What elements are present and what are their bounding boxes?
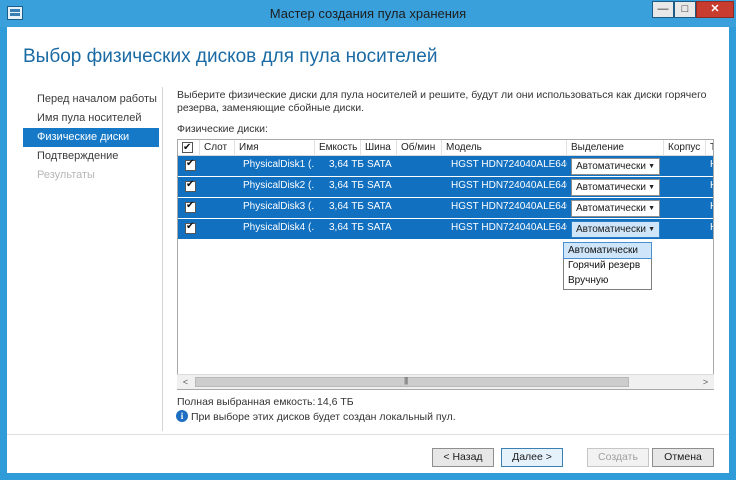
slot-cell: [200, 156, 235, 176]
dropdown-option-automatic[interactable]: Автоматически: [563, 242, 652, 259]
column-header-capacity[interactable]: Емкость: [315, 140, 361, 156]
nav-divider: [162, 87, 163, 431]
column-header-allocation[interactable]: Выделение: [567, 140, 664, 156]
dropdown-arrow-icon: ▼: [648, 205, 655, 212]
minimize-button[interactable]: —: [652, 1, 674, 18]
wizard-window: Мастер создания пула хранения — □ ✕ Выбо…: [0, 0, 736, 480]
dropdown-arrow-icon: ▼: [648, 184, 655, 191]
table-row[interactable]: PhysicalDisk3 (... 3,64 ТБ SATA HGST HDN…: [178, 198, 713, 218]
model-cell: HGST HDN724040ALE640: [451, 159, 567, 170]
back-button[interactable]: < Назад: [432, 448, 494, 467]
dropdown-arrow-icon: ▼: [648, 163, 655, 170]
next-button[interactable]: Далее >: [501, 448, 563, 467]
allocation-dropdown-list[interactable]: Автоматически Горячий резерв Вручную: [563, 242, 652, 290]
model-cell: HGST HDN724040ALE640: [451, 222, 567, 233]
nav-item-results: Результаты: [37, 169, 95, 181]
model-cell: HGST HDN724040ALE640: [451, 180, 567, 191]
scrollbar-thumb[interactable]: |||: [195, 376, 629, 387]
rpm-cell: [397, 177, 442, 197]
dropdown-option-hot-spare[interactable]: Горячий резерв: [564, 258, 651, 273]
bus-cell: SATA: [367, 201, 392, 212]
info-message: При выборе этих дисков будет создан лока…: [191, 411, 456, 423]
allocation-select[interactable]: Автоматически ▼: [571, 158, 660, 175]
nav-item-pool-name[interactable]: Имя пула носителей: [23, 109, 159, 128]
dropdown-arrow-icon: ▼: [648, 226, 655, 233]
name-cell: PhysicalDisk2 (...: [243, 180, 315, 191]
column-header-bus[interactable]: Шина: [361, 140, 397, 156]
name-cell: PhysicalDisk3 (...: [243, 201, 315, 212]
allocation-value: Автоматически: [576, 161, 646, 172]
dropdown-option-manual[interactable]: Вручную: [564, 273, 651, 288]
grid-horizontal-scrollbar[interactable]: < ||| >: [177, 374, 714, 389]
cancel-button[interactable]: Отмена: [652, 448, 714, 467]
column-header-type[interactable]: Ти: [706, 140, 713, 156]
name-cell: PhysicalDisk4 (...: [243, 222, 315, 233]
slot-cell: [200, 198, 235, 218]
allocation-value: Автоматически: [576, 182, 646, 193]
table-row[interactable]: PhysicalDisk2 (... 3,64 ТБ SATA HGST HDN…: [178, 177, 713, 197]
type-cell: H: [706, 177, 713, 197]
grid-header: Слот Имя Емкость Шина Об/мин Модель Выде…: [178, 140, 713, 156]
rpm-cell: [397, 198, 442, 218]
column-header-rpm[interactable]: Об/мин: [397, 140, 442, 156]
slot-cell: [200, 219, 235, 239]
type-cell: H: [706, 198, 713, 218]
disks-list-label: Физические диски:: [177, 123, 268, 135]
scroll-grip-icon: |||: [404, 376, 408, 385]
model-cell: HGST HDN724040ALE640: [451, 201, 567, 212]
rpm-cell: [397, 156, 442, 176]
name-cell: PhysicalDisk1 (...: [243, 159, 315, 170]
type-cell: H: [706, 156, 713, 176]
allocation-select[interactable]: Автоматически ▼: [571, 200, 660, 217]
table-row[interactable]: PhysicalDisk4 (... 3,64 ТБ SATA HGST HDN…: [178, 219, 713, 239]
allocation-select[interactable]: Автоматически ▼: [571, 179, 660, 196]
total-capacity-label: Полная выбранная емкость:: [177, 396, 316, 408]
allocation-select-open[interactable]: Автоматически ▼: [571, 221, 660, 238]
select-all-checkbox[interactable]: [182, 140, 193, 155]
create-button: Создать: [587, 448, 649, 467]
info-icon: i: [176, 410, 188, 422]
column-header-enclosure[interactable]: Корпус: [664, 140, 706, 156]
nav-item-before-you-begin[interactable]: Перед началом работы: [23, 90, 159, 109]
wizard-nav: Перед началом работы Имя пула носителей …: [23, 90, 159, 185]
disk-checkbox[interactable]: [185, 179, 196, 192]
footer-divider: [7, 434, 729, 435]
total-capacity-value: 14,6 ТБ: [317, 396, 354, 408]
nav-item-physical-disks[interactable]: Физические диски: [23, 128, 159, 147]
disk-checkbox[interactable]: [185, 158, 196, 171]
bus-cell: SATA: [367, 222, 392, 233]
allocation-value: Автоматически: [576, 224, 646, 235]
table-row[interactable]: PhysicalDisk1 (... 3,64 ТБ SATA HGST HDN…: [178, 156, 713, 176]
enclosure-cell: [664, 177, 706, 197]
enclosure-cell: [664, 219, 706, 239]
column-header-model[interactable]: Модель: [442, 140, 567, 156]
window-title: Мастер создания пула хранения: [269, 6, 467, 21]
scroll-right-arrow-icon[interactable]: >: [699, 376, 712, 389]
column-header-name[interactable]: Имя: [235, 140, 315, 156]
type-cell: H: [706, 219, 713, 239]
header-select-all[interactable]: [178, 140, 200, 156]
enclosure-cell: [664, 198, 706, 218]
disk-checkbox[interactable]: [185, 200, 196, 213]
allocation-value: Автоматически: [576, 203, 646, 214]
maximize-button[interactable]: □: [674, 1, 696, 18]
rpm-cell: [397, 219, 442, 239]
bus-cell: SATA: [367, 180, 392, 191]
nav-item-confirmation[interactable]: Подтверждение: [23, 147, 159, 166]
column-header-slot[interactable]: Слот: [200, 140, 235, 156]
enclosure-cell: [664, 156, 706, 176]
title-bar: Мастер создания пула хранения — □ ✕: [0, 0, 736, 27]
bus-cell: SATA: [367, 159, 392, 170]
page-title: Выбор физических дисков для пула носител…: [23, 46, 438, 67]
slot-cell: [200, 177, 235, 197]
close-button[interactable]: ✕: [696, 1, 734, 18]
disk-checkbox[interactable]: [185, 221, 196, 234]
page-description: Выберите физические диски для пула носит…: [177, 89, 707, 114]
scroll-left-arrow-icon[interactable]: <: [179, 376, 192, 389]
